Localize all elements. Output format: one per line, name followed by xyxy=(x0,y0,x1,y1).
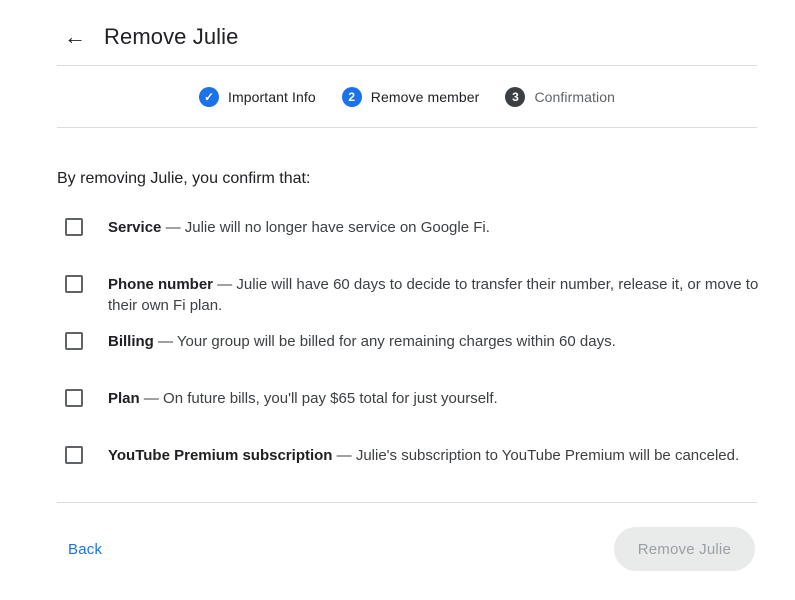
list-item-service: Service — Julie will no longer have serv… xyxy=(57,217,795,274)
item-label: Billing xyxy=(108,333,154,350)
item-label: Plan xyxy=(108,390,140,407)
footer-divider xyxy=(57,502,757,503)
list-item-text: YouTube Premium subscription — Julie's s… xyxy=(108,445,739,466)
step-label: Remove member xyxy=(371,89,480,105)
item-separator: — xyxy=(144,390,159,407)
list-item-text: Service — Julie will no longer have serv… xyxy=(108,217,490,238)
item-label: Phone number xyxy=(108,276,213,293)
remove-member-wizard: ← Remove Julie ✓ Important Info 2 Remove… xyxy=(0,0,795,600)
header: ← Remove Julie xyxy=(0,0,795,52)
step-confirmation: 3 Confirmation xyxy=(505,87,615,107)
list-item-plan: Plan — On future bills, you'll pay $65 t… xyxy=(57,388,795,445)
check-icon: ✓ xyxy=(204,91,214,103)
step-remove-member: 2 Remove member xyxy=(342,87,480,107)
stepper: ✓ Important Info 2 Remove member 3 Confi… xyxy=(57,66,757,127)
page-title: Remove Julie xyxy=(104,24,238,50)
list-item-phone-number: Phone number — Julie will have 60 days t… xyxy=(57,274,795,331)
item-description: Julie's subscription to YouTube Premium … xyxy=(356,447,739,464)
footer: Back Remove Julie xyxy=(57,527,755,571)
item-separator: — xyxy=(166,219,181,236)
list-item-billing: Billing — Your group will be billed for … xyxy=(57,331,795,388)
stepper-divider xyxy=(57,127,757,128)
list-item-youtube-premium: YouTube Premium subscription — Julie's s… xyxy=(57,445,795,502)
back-button[interactable]: Back xyxy=(57,541,102,558)
intro-text: By removing Julie, you confirm that: xyxy=(57,170,795,188)
youtube-premium-checkbox[interactable] xyxy=(65,446,83,464)
list-item-text: Phone number — Julie will have 60 days t… xyxy=(108,274,760,316)
remove-julie-button[interactable]: Remove Julie xyxy=(614,527,755,571)
item-label: Service xyxy=(108,219,161,236)
step-important-info: ✓ Important Info xyxy=(199,87,316,107)
item-separator: — xyxy=(217,276,232,293)
item-label: YouTube Premium subscription xyxy=(108,447,332,464)
item-separator: — xyxy=(337,447,352,464)
step-label: Confirmation xyxy=(534,89,615,105)
confirmation-checklist: Service — Julie will no longer have serv… xyxy=(57,217,795,502)
item-separator: — xyxy=(158,333,173,350)
step-label: Important Info xyxy=(228,89,316,105)
item-description: Your group will be billed for any remain… xyxy=(177,333,616,350)
service-checkbox[interactable] xyxy=(65,218,83,236)
list-item-text: Billing — Your group will be billed for … xyxy=(108,331,616,352)
step-complete-circle: ✓ xyxy=(199,87,219,107)
step-number-circle: 3 xyxy=(505,87,525,107)
item-description: On future bills, you'll pay $65 total fo… xyxy=(163,390,498,407)
billing-checkbox[interactable] xyxy=(65,332,83,350)
item-description: Julie will no longer have service on Goo… xyxy=(185,219,490,236)
phone-number-checkbox[interactable] xyxy=(65,275,83,293)
back-arrow-icon[interactable]: ← xyxy=(62,24,88,50)
step-number-circle: 2 xyxy=(342,87,362,107)
plan-checkbox[interactable] xyxy=(65,389,83,407)
list-item-text: Plan — On future bills, you'll pay $65 t… xyxy=(108,388,498,409)
